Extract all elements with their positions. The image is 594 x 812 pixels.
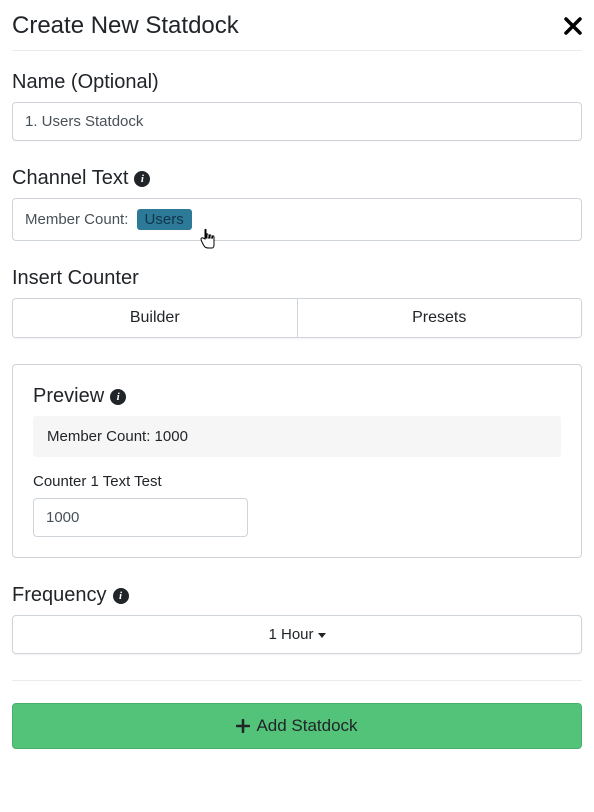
name-input[interactable] bbox=[12, 102, 582, 141]
info-icon[interactable]: i bbox=[113, 588, 129, 604]
close-button[interactable] bbox=[564, 12, 582, 40]
frequency-select[interactable]: 1 Hour bbox=[12, 615, 582, 654]
counter-test-input[interactable] bbox=[33, 498, 248, 537]
close-icon bbox=[564, 17, 582, 35]
name-label: Name (Optional) bbox=[12, 71, 582, 94]
modal-title: Create New Statdock bbox=[12, 12, 239, 40]
preview-output: Member Count: 1000 bbox=[33, 416, 561, 457]
counter-tag[interactable]: Users bbox=[137, 209, 192, 230]
channel-text-prefix: Member Count: bbox=[25, 211, 128, 228]
tab-builder[interactable]: Builder bbox=[13, 299, 297, 337]
info-icon[interactable]: i bbox=[110, 389, 126, 405]
channel-text-label: Channel Text bbox=[12, 167, 128, 190]
frequency-label: Frequency bbox=[12, 584, 107, 607]
info-icon[interactable]: i bbox=[134, 171, 150, 187]
divider bbox=[12, 680, 582, 681]
chevron-down-icon bbox=[318, 633, 326, 638]
tab-presets[interactable]: Presets bbox=[297, 299, 582, 337]
frequency-value: 1 Hour bbox=[268, 626, 313, 643]
preview-panel: Preview i Member Count: 1000 Counter 1 T… bbox=[12, 364, 582, 558]
channel-text-input[interactable]: Member Count: Users bbox=[12, 198, 582, 241]
counter-test-label: Counter 1 Text Test bbox=[33, 473, 561, 490]
insert-counter-label: Insert Counter bbox=[12, 267, 582, 290]
pointer-cursor-icon bbox=[199, 229, 217, 251]
plus-icon bbox=[236, 719, 250, 733]
add-statdock-button[interactable]: Add Statdock bbox=[12, 703, 582, 749]
preview-label: Preview bbox=[33, 385, 104, 408]
add-statdock-label: Add Statdock bbox=[256, 716, 357, 736]
insert-counter-tabs: Builder Presets bbox=[12, 298, 582, 338]
